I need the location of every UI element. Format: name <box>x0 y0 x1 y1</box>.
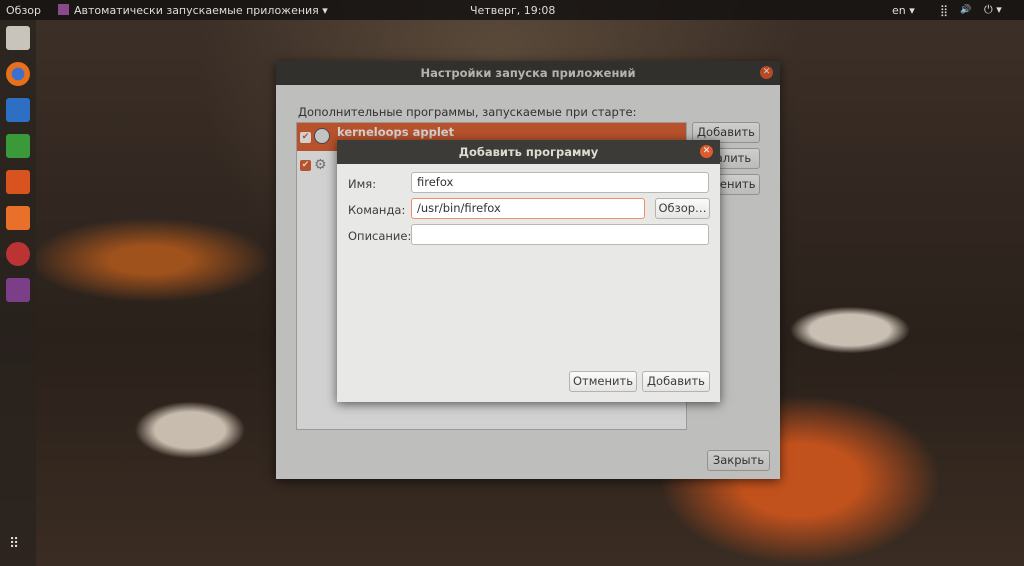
window-titlebar: Настройки запуска приложений ✕ <box>276 61 780 85</box>
firefox-icon[interactable] <box>6 62 30 86</box>
dialog-titlebar: Добавить программу ✕ <box>337 140 720 164</box>
volume-icon[interactable]: 🔊 <box>960 5 971 15</box>
name-field[interactable]: firefox <box>411 172 709 193</box>
software-center-icon[interactable] <box>6 206 30 230</box>
close-button[interactable]: Закрыть <box>707 450 770 471</box>
list-label: Дополнительные программы, запускаемые пр… <box>298 105 637 119</box>
description-field[interactable] <box>411 224 709 245</box>
close-icon[interactable]: ✕ <box>700 145 713 158</box>
add-program-dialog: Добавить программу ✕ Имя: firefox Команда… <box>337 140 720 402</box>
gears-icon: ⚙ <box>314 157 327 173</box>
checkbox[interactable]: ✔ <box>300 160 311 171</box>
writer-icon[interactable] <box>6 98 30 122</box>
app-grid-icon[interactable]: ⠿ <box>9 536 19 552</box>
close-icon[interactable]: ✕ <box>760 66 773 79</box>
command-label: Команда: <box>348 203 406 217</box>
calc-icon[interactable] <box>6 134 30 158</box>
launcher: ⠿ <box>0 20 36 566</box>
power-icon[interactable]: ⏻ ▾ <box>984 3 1002 17</box>
settings-icon[interactable] <box>6 242 30 266</box>
add-button[interactable]: Добавить <box>642 371 710 392</box>
startup-apps-icon[interactable] <box>6 278 30 302</box>
impress-icon[interactable] <box>6 170 30 194</box>
clock-icon <box>314 128 330 144</box>
top-panel: Обзор Автоматически запускаемые приложен… <box>0 0 1024 20</box>
activities-button[interactable]: Обзор <box>6 4 41 17</box>
clock[interactable]: Четверг, 19:08 <box>470 4 555 17</box>
app-icon <box>58 4 69 15</box>
command-field[interactable]: /usr/bin/firefox <box>411 198 645 219</box>
cancel-button[interactable]: Отменить <box>569 371 637 392</box>
network-icon[interactable]: ⣿ <box>940 4 948 17</box>
description-label: Описание: <box>348 229 412 243</box>
name-label: Имя: <box>348 177 377 191</box>
app-menu[interactable]: Автоматически запускаемые приложения ▾ <box>74 4 328 17</box>
files-icon[interactable] <box>6 26 30 50</box>
checkbox[interactable]: ✔ <box>300 132 311 143</box>
language-indicator[interactable]: en ▾ <box>892 4 915 17</box>
browse-button[interactable]: Обзор… <box>655 198 710 219</box>
item-name: kerneloops applet <box>337 125 455 139</box>
dialog-title: Добавить программу <box>458 145 599 159</box>
window-title: Настройки запуска приложений <box>420 66 636 80</box>
